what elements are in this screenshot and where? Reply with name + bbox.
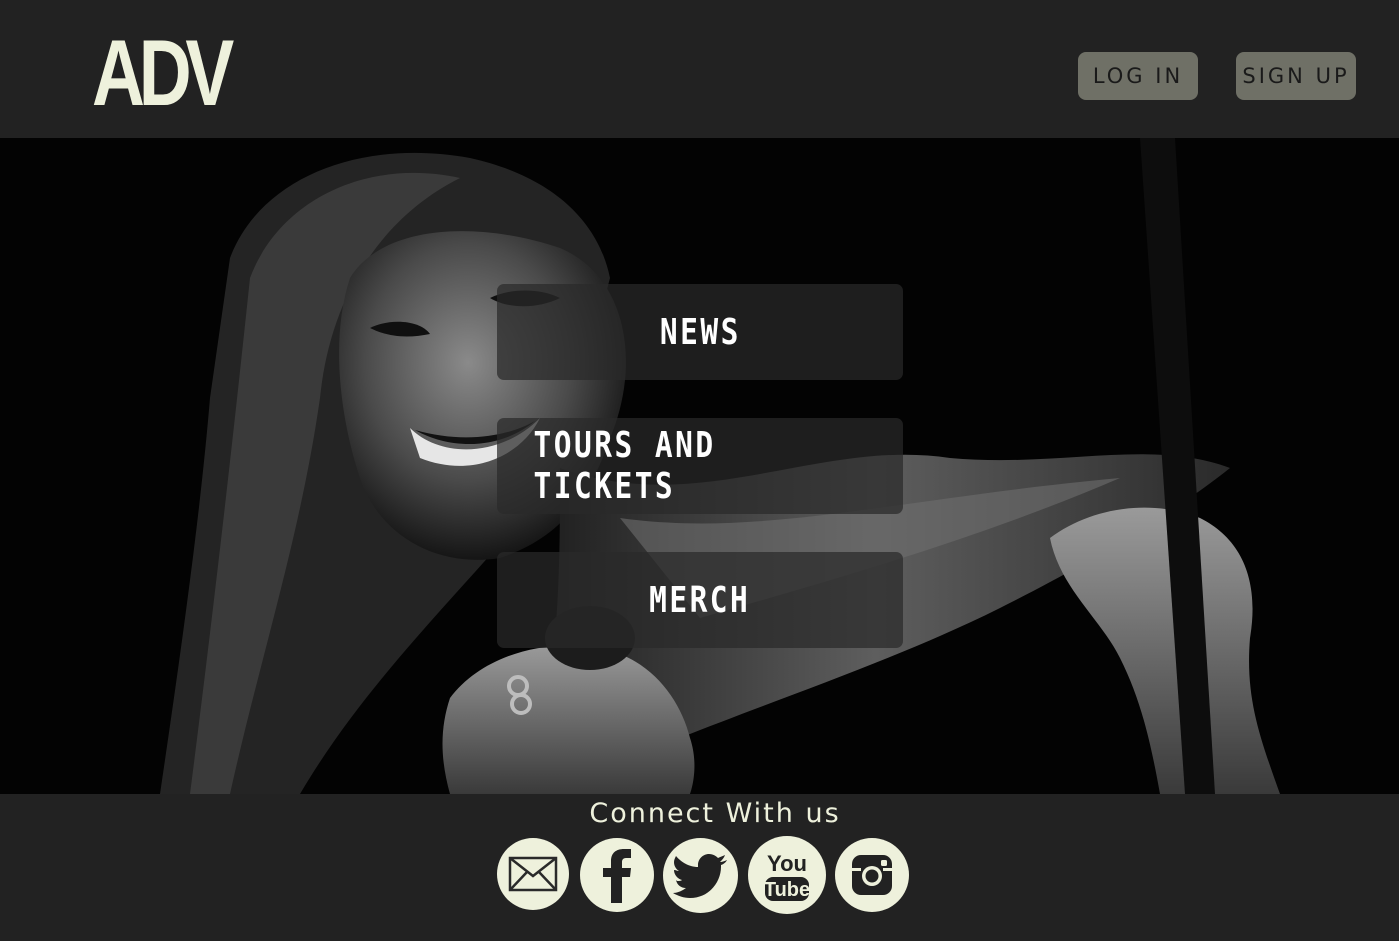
signup-button[interactable]: SIGN UP: [1236, 52, 1356, 100]
menu-tours-button[interactable]: TOURS AND TICKETS: [497, 418, 903, 514]
connect-title: Connect With us: [589, 798, 841, 829]
youtube-text-bottom: Tube: [764, 879, 810, 901]
logo[interactable]: ADV: [92, 18, 234, 128]
menu-tours-label: TOURS AND TICKETS: [533, 425, 716, 507]
youtube-icon[interactable]: You Tube: [748, 836, 826, 914]
menu-news-label: NEWS: [659, 311, 741, 353]
facebook-icon[interactable]: [580, 838, 654, 912]
youtube-text-top: You: [767, 851, 807, 876]
menu-news-button[interactable]: NEWS: [497, 284, 903, 380]
login-button[interactable]: LOG IN: [1078, 52, 1198, 100]
email-icon[interactable]: [497, 838, 569, 910]
instagram-icon[interactable]: [835, 838, 909, 912]
menu-merch-button[interactable]: MERCH: [497, 552, 903, 648]
twitter-icon[interactable]: [663, 838, 738, 913]
site-footer: Connect With us You Tube: [0, 794, 1399, 941]
menu-merch-label: MERCH: [649, 579, 751, 621]
site-header: ADV LOG IN SIGN UP: [0, 0, 1399, 138]
hero-image: NEWS TOURS AND TICKETS MERCH: [0, 138, 1399, 794]
